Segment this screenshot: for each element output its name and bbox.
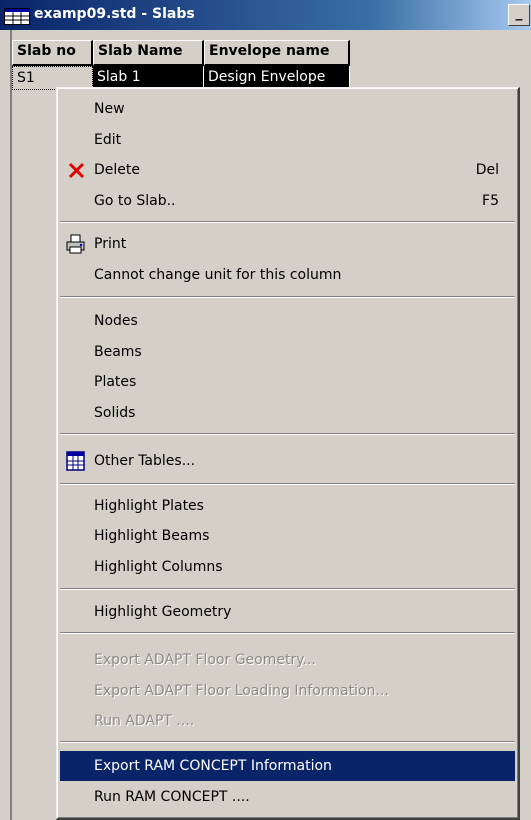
menu-item-export-adapt-loading[interactable]: Export ADAPT Floor Loading Information..… [60,676,515,706]
menu-item-highlight-columns[interactable]: Highlight Columns [60,552,515,582]
column-header-envelope-name[interactable]: Envelope name [204,40,350,66]
menu-item-nodes[interactable]: Nodes [60,306,515,336]
table-icon [4,8,30,25]
shortcut-label: Del [475,162,499,178]
menu-item-highlight-plates[interactable]: Highlight Plates [60,491,515,521]
menu-item-label: Plates [94,374,137,390]
red-x-icon [68,162,85,179]
column-header-slab-name[interactable]: Slab Name [93,40,204,66]
table-left-border [10,30,12,820]
menu-item-delete[interactable]: Delete Del [60,155,515,185]
menu-item-label: New [94,101,125,117]
menu-item-highlight-geometry[interactable]: Highlight Geometry [60,597,515,627]
menu-item-label: Highlight Beams [94,528,210,544]
menu-item-label: Nodes [94,313,138,329]
menu-item-label: Run RAM CONCEPT .... [94,789,250,805]
menu-item-print[interactable]: Print [60,229,515,259]
minimize-button[interactable]: _ [508,4,530,26]
shortcut-label: F5 [482,193,499,209]
calendar-table-icon [66,451,85,471]
column-header-slab-no[interactable]: Slab no [12,40,93,66]
menu-item-label: Beams [94,344,142,360]
menu-separator [60,221,515,223]
printer-icon [66,234,85,254]
menu-separator [60,588,515,590]
menu-item-other-tables[interactable]: Other Tables... [60,446,515,476]
menu-separator [60,741,515,743]
menu-item-label: Delete [94,162,140,178]
menu-item-beams[interactable]: Beams [60,337,515,367]
menu-item-label: Run ADAPT .... [94,713,195,729]
menu-item-label: Cannot change unit for this column [94,267,342,283]
menu-item-label: Go to Slab.. [94,193,176,209]
menu-item-cannot-change-unit[interactable]: Cannot change unit for this column [60,260,515,290]
menu-separator [60,433,515,435]
menu-item-label: Edit [94,132,122,148]
menu-item-label: Export RAM CONCEPT Information [94,758,332,774]
menu-item-run-ram-concept[interactable]: Run RAM CONCEPT .... [60,782,515,812]
window-title-bar[interactable]: examp09.std - Slabs _ [0,0,531,30]
menu-item-edit[interactable]: Edit [60,125,515,155]
menu-item-go-to-slab[interactable]: Go to Slab.. F5 [60,186,515,216]
menu-separator [60,296,515,298]
menu-item-label: Highlight Geometry [94,604,232,620]
menu-item-label: Print [94,236,127,252]
menu-item-solids[interactable]: Solids [60,398,515,428]
menu-item-label: Solids [94,405,136,421]
menu-item-run-adapt[interactable]: Run ADAPT .... [60,706,515,736]
menu-item-export-adapt-geometry[interactable]: Export ADAPT Floor Geometry... [60,645,515,675]
table-header-row: Slab no Slab Name Envelope name [12,40,350,66]
menu-item-label: Highlight Columns [94,559,223,575]
menu-item-new[interactable]: New [60,94,515,124]
menu-item-highlight-beams[interactable]: Highlight Beams [60,521,515,551]
menu-item-label: Export ADAPT Floor Loading Information..… [94,683,389,699]
window-title: examp09.std - Slabs [34,6,195,22]
menu-item-label: Highlight Plates [94,498,204,514]
context-menu: New Edit Delete Del Go to Slab.. F5 Prin… [56,87,520,820]
menu-item-label: Export ADAPT Floor Geometry... [94,652,316,668]
menu-item-label: Other Tables... [94,453,196,469]
menu-separator [60,483,515,485]
menu-separator [60,632,515,634]
menu-item-plates[interactable]: Plates [60,367,515,397]
menu-item-export-ram-concept[interactable]: Export RAM CONCEPT Information [60,751,515,781]
